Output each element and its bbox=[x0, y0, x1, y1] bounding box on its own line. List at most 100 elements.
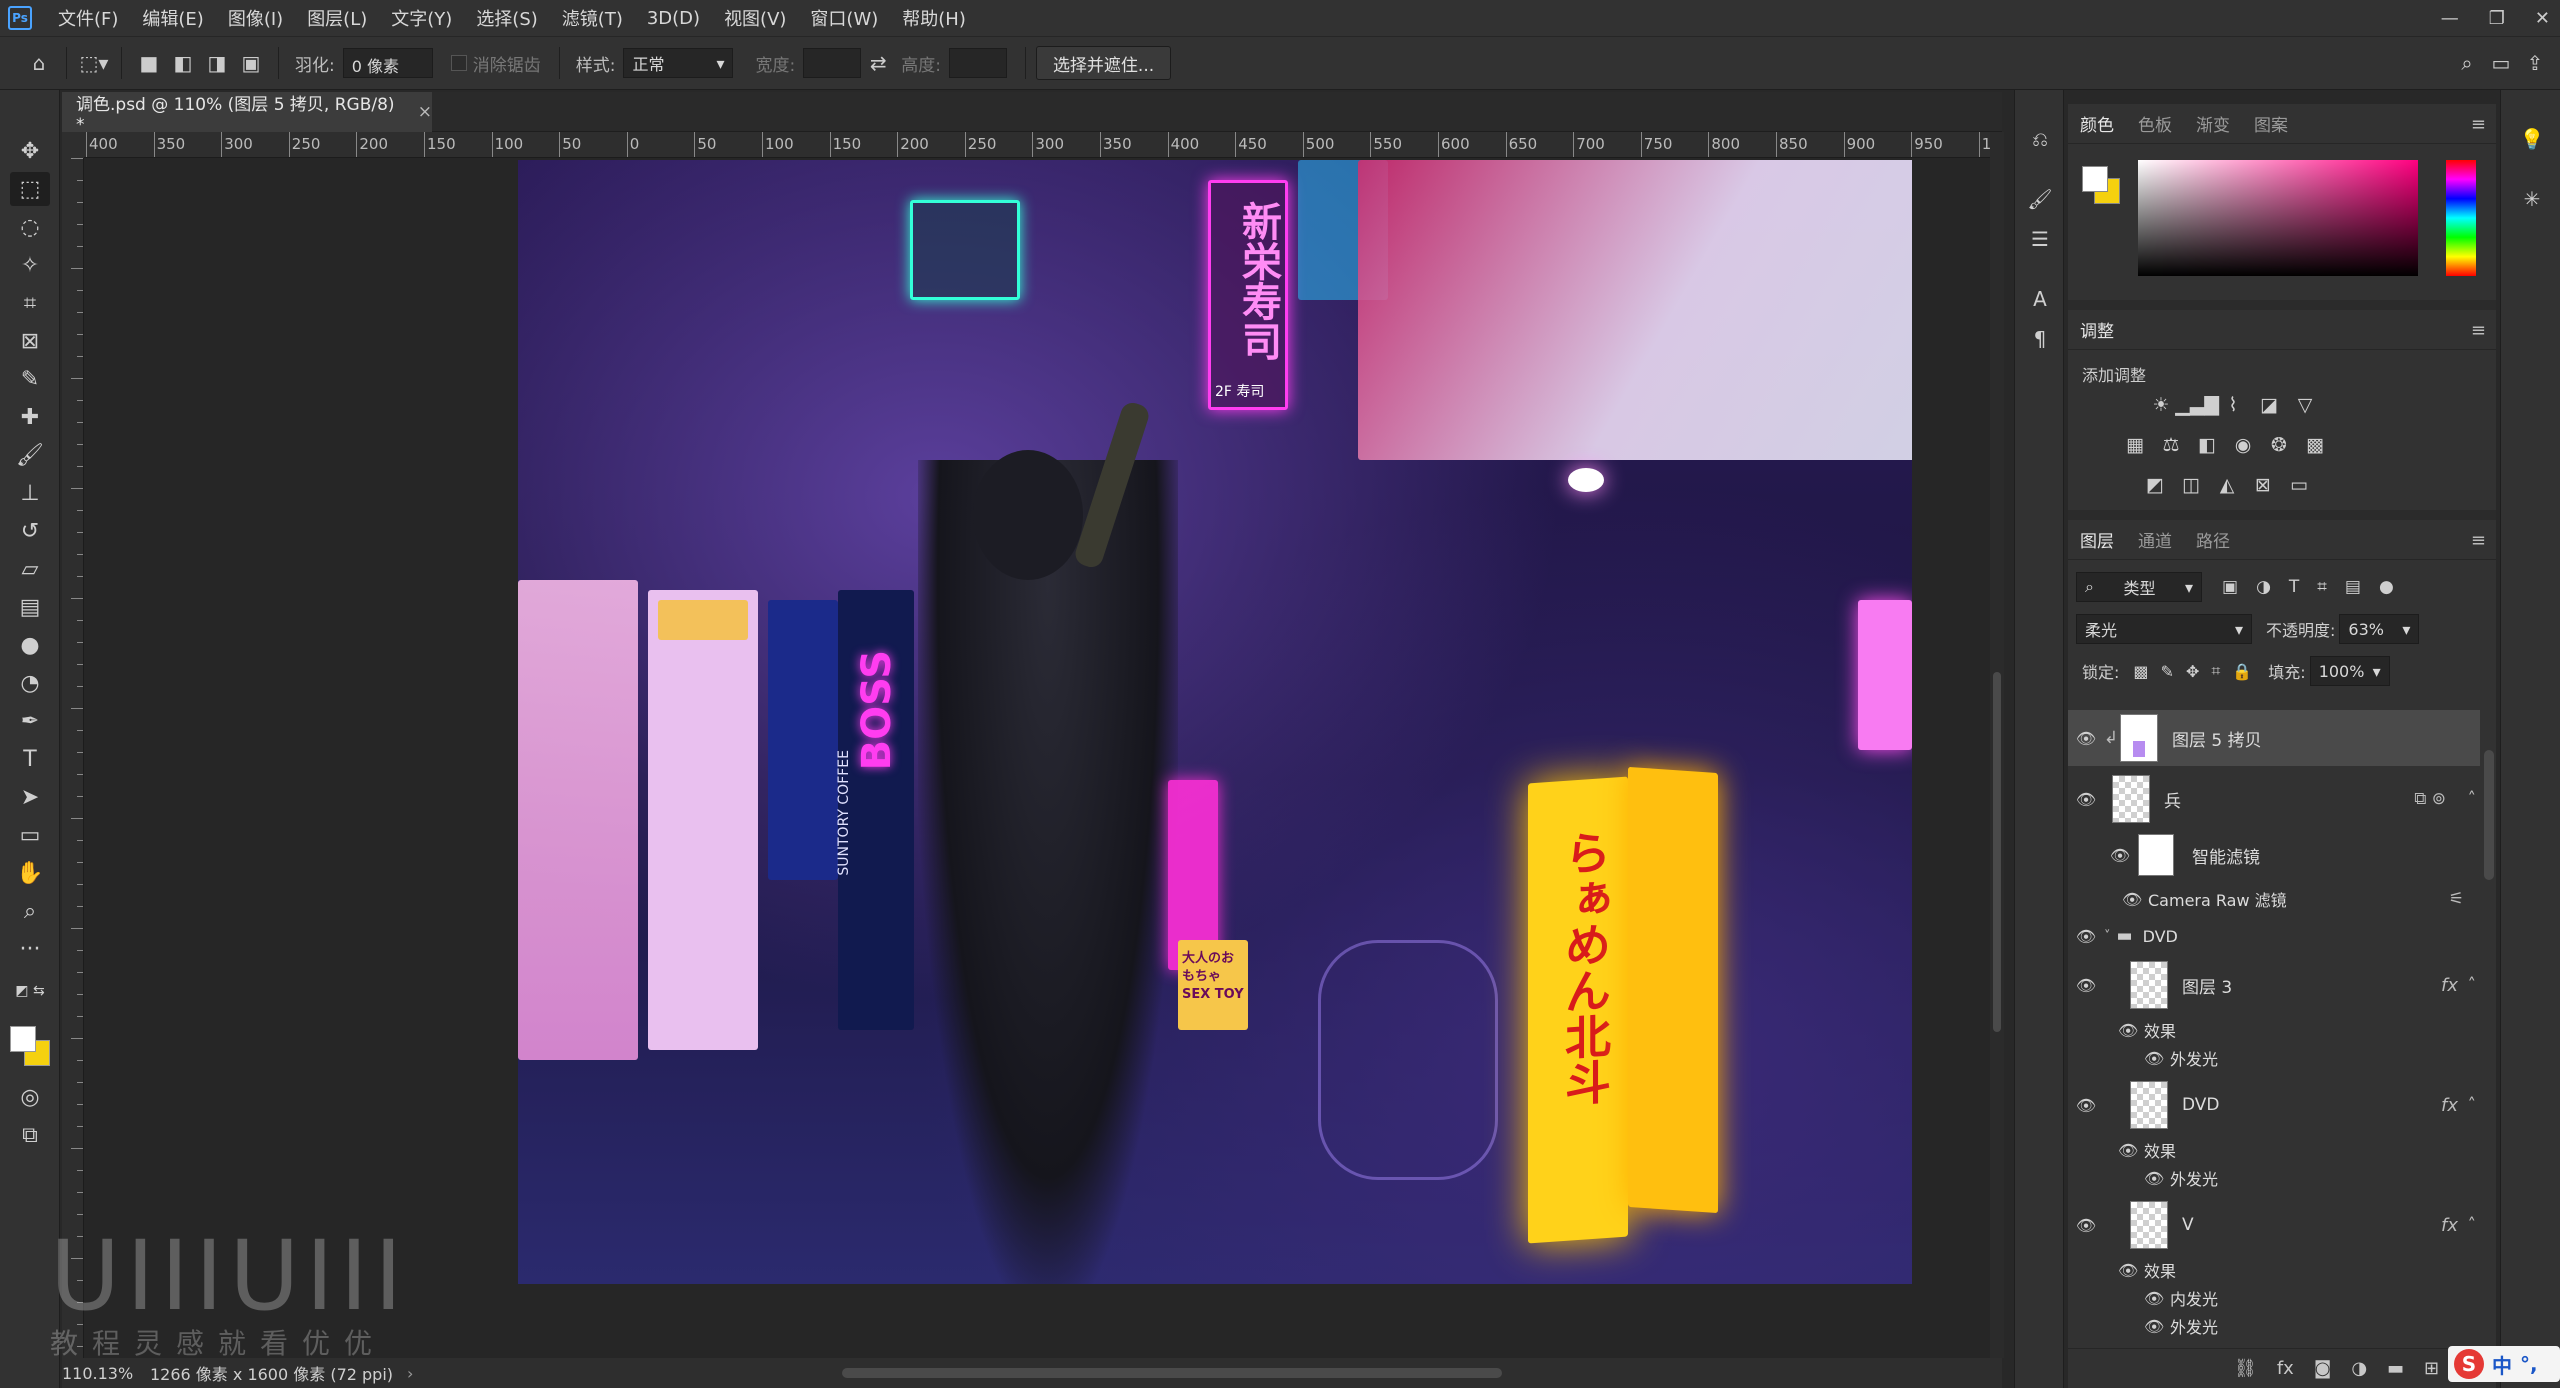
height-input[interactable] bbox=[948, 48, 1007, 78]
gradient-tool-icon[interactable]: ▤ bbox=[10, 590, 50, 624]
horizontal-ruler[interactable]: 400 350 300 250 200 150 100 50 0 50 100 150 200 250 30… bbox=[84, 132, 1990, 158]
layer-row-l5copy[interactable]: 👁 ↲ 图层 5 拷贝 bbox=[2068, 710, 2480, 766]
layer-row-soldier[interactable]: 👁 兵 ⧉ ⊚ ˄ bbox=[2068, 770, 2480, 828]
link-layers-icon[interactable]: ⛓ bbox=[2234, 1358, 2257, 1379]
hue-slider[interactable] bbox=[2446, 160, 2476, 276]
color-lookup-icon[interactable]: ▩ bbox=[2302, 432, 2328, 458]
layer-row-outer-glow1[interactable]: 👁 外发光 bbox=[2068, 1044, 2480, 1072]
blend-mode-select[interactable]: 柔光 ▾ bbox=[2076, 614, 2252, 644]
gradient-map-icon[interactable]: ▭ bbox=[2286, 472, 2312, 498]
lock-artboard-icon[interactable]: ⌗ bbox=[2211, 661, 2220, 681]
invert-icon[interactable]: ◩ bbox=[2142, 472, 2168, 498]
filter-smart-object-icon[interactable]: ▤ bbox=[2345, 577, 2361, 597]
menu-type[interactable]: 文字(Y) bbox=[379, 5, 464, 31]
maximize-button[interactable]: ❐ bbox=[2489, 8, 2505, 29]
default-colors-icon[interactable]: ◩ ⇆ bbox=[10, 974, 50, 1008]
exposure-icon[interactable]: ◪ bbox=[2256, 392, 2282, 418]
layer-row-effects2[interactable]: 👁 效果 bbox=[2068, 1136, 2480, 1164]
status-menu-chevron-icon[interactable]: › bbox=[407, 1364, 413, 1383]
vertical-scroll-thumb[interactable] bbox=[1993, 672, 2001, 1032]
panel-menu-icon[interactable]: ≡ bbox=[2471, 530, 2486, 551]
paragraph-panel-icon[interactable]: ¶ bbox=[2027, 326, 2053, 352]
filter-toggle-icon[interactable]: ● bbox=[2379, 577, 2394, 597]
eye-icon[interactable]: 👁 bbox=[2068, 790, 2104, 809]
close-window-button[interactable]: ✕ bbox=[2535, 8, 2550, 29]
blur-tool-icon[interactable]: ● bbox=[10, 628, 50, 662]
new-group-icon[interactable]: ▬ bbox=[2387, 1358, 2404, 1379]
menu-filter[interactable]: 滤镜(T) bbox=[550, 5, 635, 31]
search-icon[interactable]: ⌕ bbox=[2450, 46, 2484, 80]
history-panel-icon[interactable]: ⎌ bbox=[2027, 126, 2053, 152]
curves-icon[interactable]: ⌇ bbox=[2220, 392, 2246, 418]
menu-layer[interactable]: 图层(L) bbox=[295, 5, 379, 31]
group-expand-icon[interactable]: ˅ bbox=[2104, 929, 2111, 944]
eye-icon[interactable]: 👁 bbox=[2118, 1021, 2138, 1040]
layer-row-layer3[interactable]: 👁 图层 3 fx ˄ bbox=[2068, 956, 2480, 1014]
tab-gradients[interactable]: 渐变 bbox=[2184, 111, 2242, 136]
subtract-selection-icon[interactable]: ◨ bbox=[200, 46, 234, 80]
color-picker-field[interactable] bbox=[2138, 160, 2418, 276]
eye-icon[interactable]: 👁 bbox=[2068, 927, 2104, 946]
intersect-selection-icon[interactable]: ▣ bbox=[234, 46, 268, 80]
layer-row-camera-raw[interactable]: 👁 Camera Raw 滤镜 ⚟ bbox=[2068, 882, 2480, 916]
tab-layers[interactable]: 图层 bbox=[2068, 527, 2126, 552]
filter-type-icon[interactable]: T bbox=[2289, 577, 2299, 597]
document-canvas-image[interactable]: BOSS SUNTORY COFFEE 新栄寿司 2F 寿司 大人のおもちゃ S… bbox=[518, 160, 1912, 1284]
type-tool-icon[interactable]: T bbox=[10, 742, 50, 776]
horizontal-scroll-thumb[interactable] bbox=[842, 1368, 1502, 1378]
collapse-arrow-icon[interactable]: ˄ bbox=[2468, 1215, 2477, 1235]
opacity-input[interactable]: 63% ▾ bbox=[2339, 614, 2420, 644]
eye-icon[interactable]: 👁 bbox=[2144, 1317, 2164, 1336]
smart-filter-indicator-icon[interactable]: ⧉ ⊚ bbox=[2414, 789, 2446, 809]
eye-icon[interactable]: 👁 bbox=[2144, 1049, 2164, 1068]
swap-dimensions-icon[interactable]: ⇄ bbox=[861, 46, 895, 80]
threshold-icon[interactable]: ◭ bbox=[2214, 472, 2240, 498]
menu-image[interactable]: 图像(I) bbox=[216, 5, 295, 31]
layer-row-dvd[interactable]: 👁 DVD fx ˄ bbox=[2068, 1076, 2480, 1134]
pen-tool-icon[interactable]: ✒ bbox=[10, 704, 50, 738]
eye-icon[interactable]: 👁 bbox=[2122, 890, 2142, 909]
eye-icon[interactable]: 👁 bbox=[2118, 1141, 2138, 1160]
layer-row-effects1[interactable]: 👁 效果 bbox=[2068, 1016, 2480, 1044]
color-panel-foreground-swatch[interactable] bbox=[2082, 166, 2108, 192]
marquee-tool-icon[interactable]: ⬚ bbox=[10, 172, 50, 206]
share-icon[interactable]: ⇪ bbox=[2518, 46, 2552, 80]
menu-window[interactable]: 窗口(W) bbox=[798, 5, 890, 31]
document-tab[interactable]: 调色.psd @ 110% (图层 5 拷贝, RGB/8) * × bbox=[62, 92, 432, 135]
menu-edit[interactable]: 编辑(E) bbox=[130, 5, 215, 31]
quick-mask-icon[interactable]: ◎ bbox=[10, 1080, 50, 1114]
menu-select[interactable]: 选择(S) bbox=[464, 5, 549, 31]
tab-paths[interactable]: 路径 bbox=[2184, 527, 2242, 552]
path-selection-tool-icon[interactable]: ➤ bbox=[10, 780, 50, 814]
eyedropper-tool-icon[interactable]: ✎ bbox=[10, 362, 50, 396]
levels-icon[interactable]: ▁▃▇ bbox=[2175, 392, 2219, 418]
black-white-icon[interactable]: ◧ bbox=[2194, 432, 2220, 458]
minimize-button[interactable]: — bbox=[2441, 8, 2459, 29]
ime-indicator[interactable]: S 中 °, bbox=[2448, 1346, 2560, 1382]
photo-filter-icon[interactable]: ◉ bbox=[2230, 432, 2256, 458]
channel-mixer-icon[interactable]: ❂ bbox=[2266, 432, 2292, 458]
eye-icon[interactable]: 👁 bbox=[2144, 1289, 2164, 1308]
layer-effects-icon[interactable]: fx bbox=[2441, 1095, 2458, 1116]
filter-shape-icon[interactable]: ⌗ bbox=[2317, 577, 2327, 597]
marquee-tool-preset-icon[interactable]: ⬚▾ bbox=[77, 46, 111, 80]
select-and-mask-button[interactable]: 选择并遮住... bbox=[1035, 46, 1172, 80]
tab-swatches[interactable]: 色板 bbox=[2126, 111, 2184, 136]
new-selection-icon[interactable]: ■ bbox=[132, 46, 166, 80]
color-balance-icon[interactable]: ⚖ bbox=[2158, 432, 2184, 458]
eraser-tool-icon[interactable]: ▱ bbox=[10, 552, 50, 586]
brush-settings-icon[interactable]: 🖌 bbox=[2027, 186, 2053, 212]
magic-wand-tool-icon[interactable]: ✧ bbox=[10, 248, 50, 282]
lock-all-icon[interactable]: 🔒 bbox=[2232, 662, 2252, 681]
vibrance-icon[interactable]: ▽ bbox=[2292, 392, 2318, 418]
tab-channels[interactable]: 通道 bbox=[2126, 527, 2184, 552]
menu-view[interactable]: 视图(V) bbox=[712, 5, 798, 31]
stamp-tool-icon[interactable]: ⊥ bbox=[10, 476, 50, 510]
panel-menu-icon[interactable]: ≡ bbox=[2471, 320, 2486, 341]
lock-position-icon[interactable]: ✥ bbox=[2186, 662, 2199, 681]
brush-tool-icon[interactable]: 🖌 bbox=[10, 438, 50, 472]
discover-panel-icon[interactable]: ✳ bbox=[2519, 186, 2545, 212]
eye-icon[interactable]: 👁 bbox=[2068, 729, 2104, 748]
panel-menu-icon[interactable]: ≡ bbox=[2471, 114, 2486, 135]
eye-icon[interactable]: 👁 bbox=[2144, 1169, 2164, 1188]
